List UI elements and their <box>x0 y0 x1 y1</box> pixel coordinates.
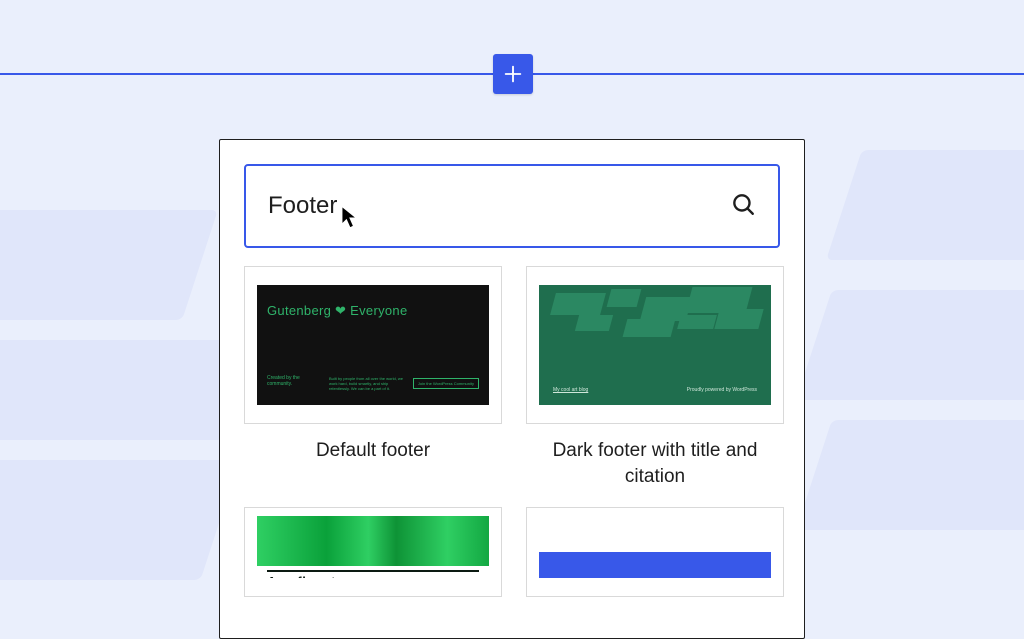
add-block-button[interactable] <box>493 54 533 94</box>
bg-shape <box>0 340 256 440</box>
search-icon <box>730 191 756 222</box>
bg-shape <box>826 150 1024 260</box>
pattern-label: Dark footer with title and citation <box>535 438 775 489</box>
pattern-card-default-footer[interactable]: Gutenberg ❤ Everyone Created by the comm… <box>244 266 502 489</box>
preview-text: Proudly powered by WordPress <box>687 387 757 393</box>
search-value: Footer <box>268 192 730 220</box>
preview-link: My cool art blog <box>553 387 588 393</box>
bg-shape <box>0 210 218 320</box>
pattern-card-dark-footer-citation[interactable]: My cool art blog Proudly powered by Word… <box>526 266 784 489</box>
search-input[interactable]: Footer <box>244 164 780 248</box>
preview-title: Gutenberg ❤ Everyone <box>267 303 407 319</box>
bg-shape <box>0 460 239 580</box>
pattern-thumbnail: Ampfluent <box>244 507 502 597</box>
bg-shape <box>796 290 1024 400</box>
pattern-thumbnail: Now! Social Media Where We Are <box>526 507 784 597</box>
pattern-label: Default footer <box>316 438 430 464</box>
block-inserter-panel: Footer Gutenberg ❤ Everyone Created by t… <box>219 139 805 639</box>
preview-caption: Built by people from all over the world,… <box>329 376 404 391</box>
pattern-card-3[interactable]: Ampfluent <box>244 507 502 597</box>
preview-caption: Created by the community. <box>267 375 307 387</box>
pattern-grid: Gutenberg ❤ Everyone Created by the comm… <box>220 266 804 597</box>
pattern-thumbnail: Gutenberg ❤ Everyone Created by the comm… <box>244 266 502 424</box>
preview-title: Ampfluent <box>267 574 336 578</box>
preview-button: Join the WordPress Community <box>413 378 479 389</box>
pattern-card-4[interactable]: Now! Social Media Where We Are <box>526 507 784 597</box>
pattern-thumbnail: My cool art blog Proudly powered by Word… <box>526 266 784 424</box>
bg-shape <box>796 420 1024 530</box>
